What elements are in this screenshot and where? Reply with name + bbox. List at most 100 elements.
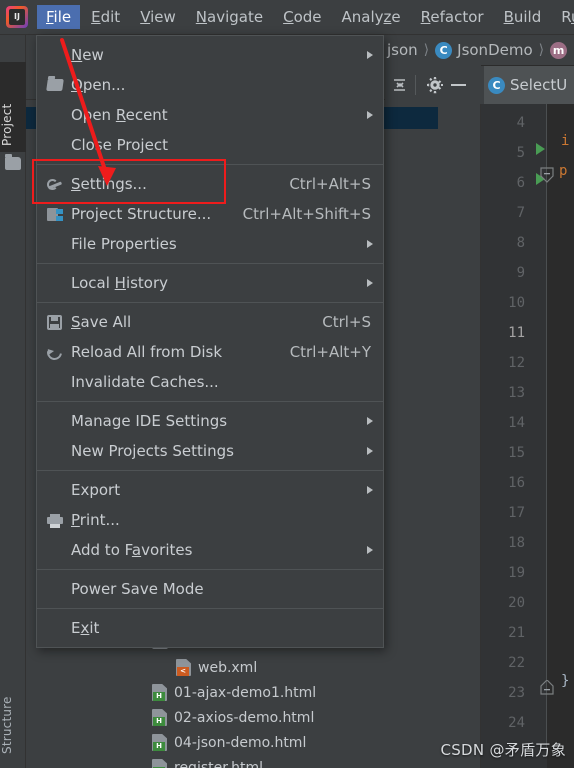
menu-item-new[interactable]: New — [37, 40, 383, 70]
breadcrumb: json ⟩ C JsonDemo ⟩ m — [385, 35, 574, 65]
chevron-right-icon-2: ⟩ — [538, 42, 545, 58]
class-icon: C — [435, 41, 453, 59]
menubar-item-file[interactable]: File — [37, 5, 81, 29]
code-area — [547, 104, 574, 768]
menu-item-label: Print... — [71, 511, 120, 529]
menubar-item-view[interactable]: View — [131, 5, 185, 29]
menubar-item-build[interactable]: Build — [495, 5, 551, 29]
no-icon — [45, 412, 67, 430]
menu-item-reload-all-from-disk[interactable]: Reload All from Disk Ctrl+Alt+Y — [37, 337, 383, 367]
no-icon — [45, 442, 67, 460]
sidebar-tab-structure[interactable]: Structure — [0, 650, 26, 760]
menu-item-manage-ide-settings[interactable]: Manage IDE Settings — [37, 406, 383, 436]
menubar-item-refactor[interactable]: Refactor — [412, 5, 493, 29]
menu-item-shortcut: Ctrl+Alt+S — [289, 175, 371, 193]
menu-item-close-project[interactable]: Close Project — [37, 130, 383, 160]
line-number-14: 14 — [508, 415, 525, 431]
intellij-idea-logo-icon — [6, 6, 28, 28]
line-number-13: 13 — [508, 385, 525, 401]
menu-item-add-to-favorites[interactable]: Add to Favorites — [37, 535, 383, 565]
menu-item-label: Local History — [71, 274, 169, 292]
menu-item-invalidate-caches[interactable]: Invalidate Caches... — [37, 367, 383, 397]
menu-item-file-properties[interactable]: File Properties — [37, 229, 383, 259]
tree-row[interactable]: Hregister.html — [26, 755, 481, 768]
tree-item-label: 02-axios-demo.html — [174, 709, 315, 726]
menu-item-open-recent[interactable]: Open Recent — [37, 100, 383, 130]
tree-row[interactable]: H 04-json-demo.html — [26, 730, 481, 755]
menubar-item-run[interactable]: Run — [552, 5, 574, 29]
html-file-icon: H — [152, 759, 167, 768]
submenu-arrow-icon — [367, 240, 373, 248]
menu-item-shortcut: Ctrl+Alt+Y — [289, 343, 371, 361]
line-number-20: 20 — [508, 595, 525, 611]
menu-item-export[interactable]: Export — [37, 475, 383, 505]
menu-item-label: Project Structure... — [71, 205, 212, 223]
no-icon — [45, 46, 67, 64]
tree-item-label: 04-json-demo.html — [174, 734, 307, 751]
menu-item-exit[interactable]: Exit — [37, 613, 383, 643]
line-number-18: 18 — [508, 535, 525, 551]
ide-window: aja cssimgsjsWEB-INF<web.xmlH01-ajax-dem… — [0, 0, 574, 768]
menu-item-local-history[interactable]: Local History — [37, 268, 383, 298]
tree-row[interactable]: H 02-axios-demo.html — [26, 705, 481, 730]
no-icon — [45, 619, 67, 637]
line-number-12: 12 — [508, 355, 525, 371]
menu-item-project-structure[interactable]: Project Structure... Ctrl+Alt+Shift+S — [37, 199, 383, 229]
menu-item-label: Power Save Mode — [71, 580, 204, 598]
menu-item-label: Open... — [71, 76, 126, 94]
line-number-4: 4 — [516, 115, 525, 131]
class-icon-tab: C — [488, 76, 505, 94]
menu-item-settings[interactable]: Settings... Ctrl+Alt+S — [37, 169, 383, 199]
menu-item-print[interactable]: Print... — [37, 505, 383, 535]
menubar-item-code[interactable]: Code — [274, 5, 330, 29]
menu-bar: FileEditViewNavigateCodeAnalyzeRefactorB… — [0, 0, 574, 35]
no-icon — [45, 235, 67, 253]
hide-icon[interactable] — [446, 74, 472, 96]
folder-icon — [5, 154, 21, 170]
menu-item-open[interactable]: Open... — [37, 70, 383, 100]
menu-item-power-save-mode[interactable]: Power Save Mode — [37, 574, 383, 604]
menu-item-shortcut: Ctrl+S — [322, 313, 371, 331]
line-number-22: 22 — [508, 655, 525, 671]
method-icon: m — [550, 41, 568, 59]
menu-item-label: New Projects Settings — [71, 442, 234, 460]
menu-separator — [37, 302, 383, 303]
line-number-24: 24 — [508, 715, 525, 731]
menu-item-label: Reload All from Disk — [71, 343, 223, 361]
tree-item-label: 01-ajax-demo1.html — [174, 684, 317, 701]
xml-file-icon: < — [176, 659, 191, 676]
run-marker-line-5[interactable] — [536, 143, 545, 155]
menubar-item-navigate[interactable]: Navigate — [187, 5, 272, 29]
submenu-arrow-icon — [367, 279, 373, 287]
gear-icon[interactable] — [424, 74, 446, 96]
breadcrumb-item-class[interactable]: JsonDemo — [457, 41, 533, 59]
editor-tab-selectu[interactable]: C SelectU — [484, 66, 574, 104]
submenu-arrow-icon — [367, 546, 373, 554]
line-number-5: 5 — [516, 145, 525, 161]
tree-row[interactable]: H 01-ajax-demo1.html — [26, 680, 481, 705]
line-number-11: 11 — [508, 325, 525, 341]
no-icon — [45, 580, 67, 598]
collapse-all-icon[interactable] — [389, 74, 411, 96]
line-number-15: 15 — [508, 445, 525, 461]
sidebar-tab-project[interactable]: Project — [0, 62, 26, 152]
menu-item-label: New — [71, 46, 104, 64]
no-icon — [45, 274, 67, 292]
line-number-23: 23 — [508, 685, 525, 701]
no-icon — [45, 136, 67, 154]
html-file-icon: H — [152, 684, 167, 701]
menubar-item-edit[interactable]: Edit — [82, 5, 129, 29]
line-number-16: 16 — [508, 475, 525, 491]
menubar-item-analyze[interactable]: Analyze — [333, 5, 410, 29]
tree-row[interactable]: < web.xml — [26, 655, 481, 680]
reload-icon — [44, 342, 67, 363]
wrench-icon — [45, 175, 67, 193]
menu-item-label: Manage IDE Settings — [71, 412, 228, 430]
menu-item-new-projects-settings[interactable]: New Projects Settings — [37, 436, 383, 466]
tree-item-label: register.html — [174, 759, 264, 768]
watermark: CSDN @矛盾万象 — [440, 741, 566, 759]
breadcrumb-item-json[interactable]: json — [387, 41, 418, 59]
menu-item-save-all[interactable]: Save All Ctrl+S — [37, 307, 383, 337]
submenu-arrow-icon — [367, 417, 373, 425]
file-menu-dropdown: New Open... Open Recent Close Project Settin… — [36, 35, 384, 648]
